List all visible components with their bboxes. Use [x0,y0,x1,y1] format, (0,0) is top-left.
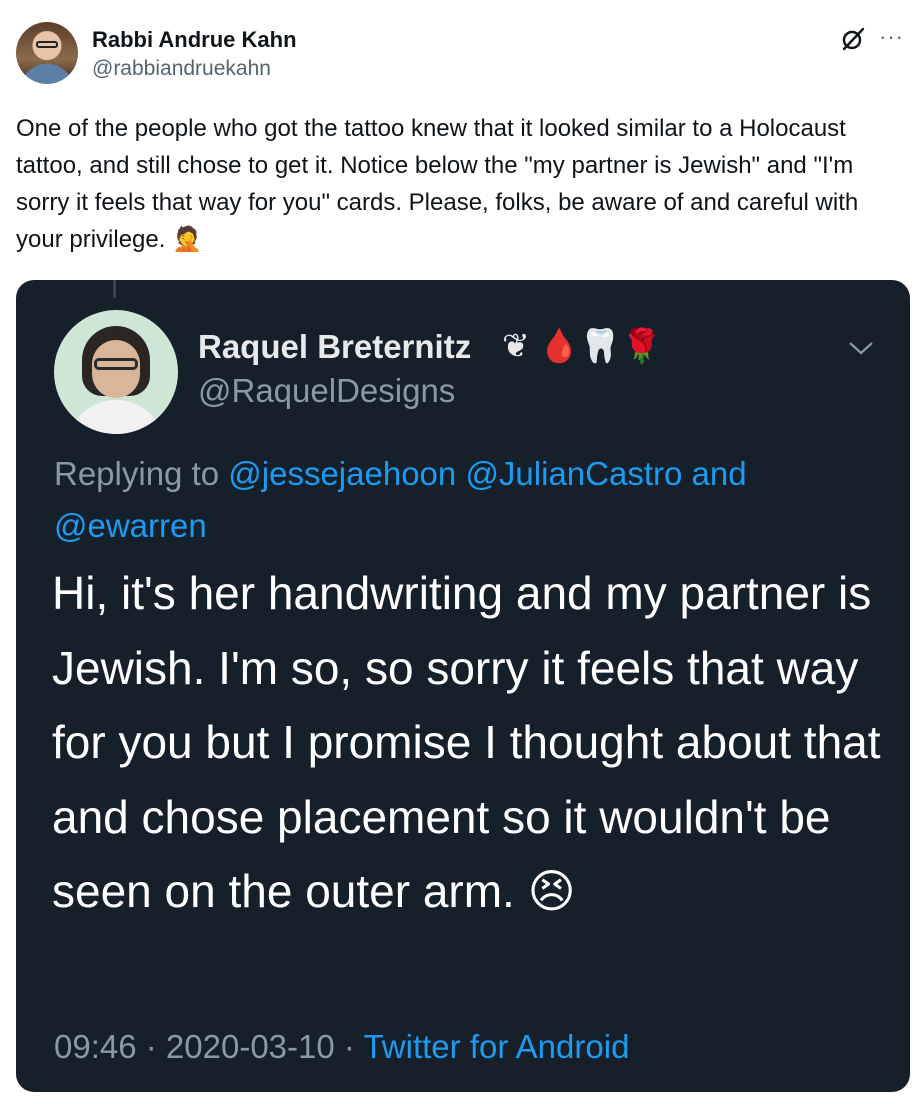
grok-icon[interactable] [840,26,866,52]
quoted-tweet-meta: 09:46 · 2020-03-10 · Twitter for Android [54,1028,629,1066]
tweet-source: Twitter for Android [363,1028,630,1065]
replying-to-line: Replying to @jessejaehoon @JulianCastro … [54,448,864,552]
quoted-tweet-body: Hi, it's her handwriting and my partner … [52,567,881,917]
chevron-down-icon [849,342,873,355]
quoted-avatar [54,310,178,434]
author-name[interactable]: Rabbi Andrue Kahn [92,27,297,53]
replying-to-label: Replying to [54,455,229,492]
quoted-author-emojis: ❦ 🩸🦷🌹 [502,327,663,364]
mention-link: @ewarren [54,507,207,544]
tweet-time: 09:46 [54,1028,137,1065]
glasses-detail [94,358,138,370]
more-icon[interactable]: ··· [879,24,904,50]
mention-link: @JulianCastro [465,455,683,492]
post-text: One of the people who got the tattoo kne… [16,115,859,253]
shirt-detail [66,400,166,434]
post-header: Rabbi Andrue Kahn @rabbiandruekahn ··· [16,22,906,92]
mention-link: @jessejaehoon [228,455,457,492]
quoted-tweet-screenshot[interactable]: Raquel Breternitz ❦ 🩸🦷🌹 @RaquelDesigns R… [16,280,910,1092]
thread-line [113,280,116,298]
and-text: and [682,455,747,492]
quoted-author-name: Raquel Breternitz [198,328,472,365]
author-avatar[interactable] [16,22,78,84]
author-handle[interactable]: @rabbiandruekahn [92,57,271,81]
meta-separator: · [136,1028,166,1065]
quoted-author-handle: @RaquelDesigns [198,372,456,409]
tweet-date: 2020-03-10 [165,1028,335,1065]
glasses-detail [36,41,58,48]
meta-separator: · [334,1028,364,1065]
